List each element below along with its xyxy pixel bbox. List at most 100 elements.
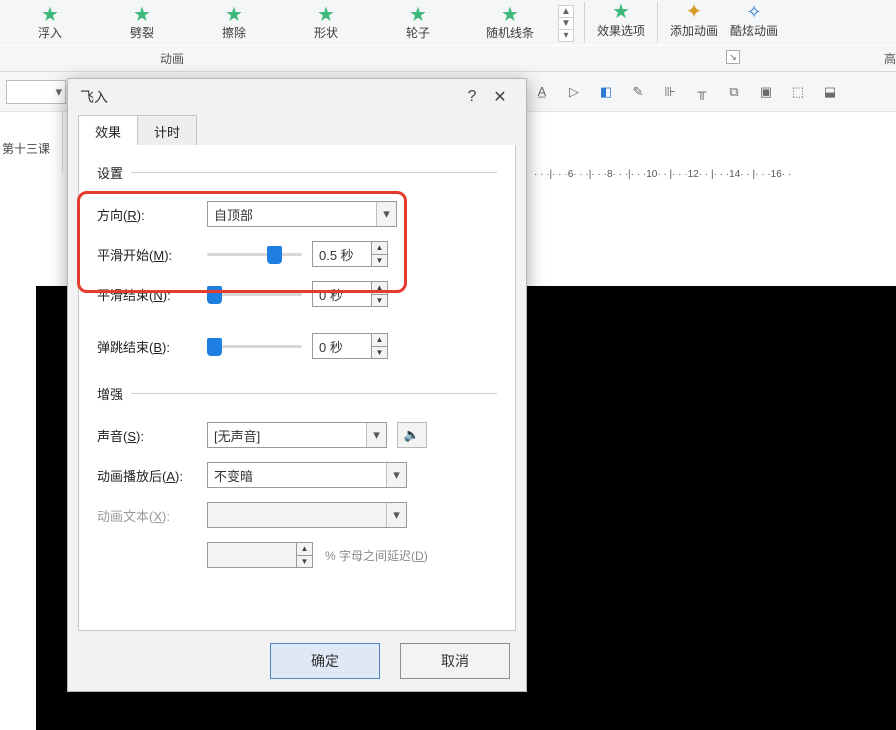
dialog-body: 设置 方向(R): 自顶部 ▾ 平滑开始(M): 0.5 秒 ▲▼ 平滑结束(N… xyxy=(78,145,516,631)
gallery-item-float-in[interactable]: ★ 浮入 xyxy=(4,6,96,41)
gallery-scroll[interactable]: ▲ ▼ ▾ xyxy=(558,5,574,42)
effect-options-button[interactable]: ★ 效果选项 xyxy=(591,0,651,45)
fly-in-dialog: 飞入 ? ✕ 效果 计时 设置 方向(R): 自顶部 ▾ 平滑开始(M): 0.… xyxy=(67,78,527,692)
dialog-launcher-icon[interactable]: ↘ xyxy=(726,50,740,64)
unnamed-combo[interactable]: ▾ xyxy=(6,80,66,104)
direction-value: 自顶部 xyxy=(214,205,253,224)
gallery-label: 劈裂 xyxy=(96,24,188,41)
bounce-end-spinner[interactable]: ▲▼ xyxy=(372,333,388,359)
section-enhance: 增强 xyxy=(97,384,497,403)
fancy-animation-label: 酷炫动画 xyxy=(724,22,784,39)
tab-timing[interactable]: 计时 xyxy=(138,115,197,148)
gallery-label: 轮子 xyxy=(372,24,464,41)
dialog-title: 飞入 xyxy=(80,87,108,107)
align-icon[interactable]: ⊪ xyxy=(657,79,683,105)
send-backward-icon[interactable]: ⬓ xyxy=(817,79,843,105)
gallery-scroll-more-icon[interactable]: ▾ xyxy=(559,30,573,41)
letter-delay-value xyxy=(207,542,297,568)
sound-select[interactable]: [无声音] ▾ xyxy=(207,422,387,448)
row-after-animation: 动画播放后(A): 不变暗 ▾ xyxy=(97,455,497,495)
cancel-button[interactable]: 取消 xyxy=(400,643,510,679)
row-smooth-end: 平滑结束(N): 0 秒 ▲▼ xyxy=(97,274,497,314)
slider-thumb-icon[interactable] xyxy=(207,338,222,356)
ok-button[interactable]: 确定 xyxy=(270,643,380,679)
separator xyxy=(584,2,585,43)
bounce-end-label: 弹跳结束(B): xyxy=(97,337,207,356)
after-animation-value: 不变暗 xyxy=(214,466,253,485)
slider-thumb-icon[interactable] xyxy=(267,246,282,264)
bounce-end-value[interactable]: 0 秒 xyxy=(312,333,372,359)
row-animate-text: 动画文本(X): ▾ xyxy=(97,495,497,535)
gallery-item-split[interactable]: ★ 劈裂 xyxy=(96,6,188,41)
row-smooth-start: 平滑开始(M): 0.5 秒 ▲▼ xyxy=(97,234,497,274)
spin-down-icon[interactable]: ▼ xyxy=(372,254,388,268)
row-direction: 方向(R): 自顶部 ▾ xyxy=(97,194,497,234)
group-label-advanced: 高 xyxy=(884,50,896,67)
star-plus-icon: ✦ xyxy=(686,3,703,21)
ribbon-group-row xyxy=(0,46,896,72)
smooth-start-spinner[interactable]: ▲▼ xyxy=(372,241,388,267)
direction-select[interactable]: 自顶部 ▾ xyxy=(207,201,397,227)
chevron-down-icon: ▾ xyxy=(366,423,386,447)
add-animation-button[interactable]: ✦ 添加动画 xyxy=(664,0,724,45)
group-icon[interactable]: ▣ xyxy=(753,79,779,105)
spin-down-icon[interactable]: ▼ xyxy=(372,346,388,360)
smooth-end-slider[interactable] xyxy=(207,284,302,304)
spin-up-icon[interactable]: ▲ xyxy=(372,333,388,346)
sparkle-icon: ✧ xyxy=(746,2,761,23)
shape-combine-icon[interactable]: ◧ xyxy=(593,79,619,105)
spin-up-icon[interactable]: ▲ xyxy=(372,241,388,254)
section-settings-label: 设置 xyxy=(97,163,123,182)
edit-shape-icon[interactable]: ✎ xyxy=(625,79,651,105)
smooth-start-value[interactable]: 0.5 秒 xyxy=(312,241,372,267)
distribute-icon[interactable]: ╥ xyxy=(689,79,715,105)
star-icon: ★ xyxy=(317,6,335,24)
direction-label: 方向(R): xyxy=(97,205,207,224)
gallery-label: 擦除 xyxy=(188,24,280,41)
gallery-item-shape[interactable]: ★ 形状 xyxy=(280,6,372,41)
gallery-item-wipe[interactable]: ★ 擦除 xyxy=(188,6,280,41)
gallery-scroll-down-icon[interactable]: ▼ xyxy=(559,18,573,30)
after-animation-label: 动画播放后(A): xyxy=(97,466,207,485)
slide-thumbnail-label[interactable]: 第十三课 xyxy=(2,140,50,157)
textbox-icon[interactable]: A̲ xyxy=(529,79,555,105)
ribbon: ★ 浮入 ★ 劈裂 ★ 擦除 ★ 形状 ★ 轮子 ★ 随机线条 ▲ ▼ ▾ xyxy=(0,0,896,45)
section-settings: 设置 xyxy=(97,163,497,182)
gallery-item-random-bars[interactable]: ★ 随机线条 xyxy=(464,6,556,41)
row-bounce-end: 弹跳结束(B): 0 秒 ▲▼ xyxy=(97,326,497,366)
gallery-scroll-up-icon[interactable]: ▲ xyxy=(559,6,573,18)
play-icon[interactable]: ▷ xyxy=(561,79,587,105)
smooth-start-label: 平滑开始(M): xyxy=(97,245,207,264)
spin-up-icon[interactable]: ▲ xyxy=(372,281,388,294)
help-button[interactable]: ? xyxy=(458,88,486,106)
close-button[interactable]: ✕ xyxy=(486,87,514,107)
chevron-down-icon: ▾ xyxy=(376,202,396,226)
group-label-animation: 动画 xyxy=(160,50,184,67)
gallery-label: 形状 xyxy=(280,24,372,41)
animate-text-select: ▾ xyxy=(207,502,407,528)
sound-value: [无声音] xyxy=(214,426,260,445)
spin-down-icon[interactable]: ▼ xyxy=(372,294,388,308)
chevron-down-icon: ▾ xyxy=(386,463,406,487)
bring-forward-icon[interactable]: ⬚ xyxy=(785,79,811,105)
effect-options-label: 效果选项 xyxy=(591,22,651,39)
slider-thumb-icon[interactable] xyxy=(207,286,222,304)
bounce-end-slider[interactable] xyxy=(207,336,302,356)
smooth-end-spinner[interactable]: ▲▼ xyxy=(372,281,388,307)
sound-preview-button[interactable]: 🔈 xyxy=(397,422,427,448)
gallery-item-wheel[interactable]: ★ 轮子 xyxy=(372,6,464,41)
sound-label: 声音(S): xyxy=(97,426,207,445)
fancy-animation-button[interactable]: ✧ 酷炫动画 xyxy=(724,0,784,45)
after-animation-select[interactable]: 不变暗 ▾ xyxy=(207,462,407,488)
star-icon: ★ xyxy=(612,3,630,21)
row-sound: 声音(S): [无声音] ▾ 🔈 xyxy=(97,415,497,455)
star-icon: ★ xyxy=(133,6,151,24)
tab-effect[interactable]: 效果 xyxy=(78,115,138,148)
arrange-icon[interactable]: ⧉ xyxy=(721,79,747,105)
smooth-start-slider[interactable] xyxy=(207,244,302,264)
star-icon: ★ xyxy=(225,6,243,24)
smooth-end-value[interactable]: 0 秒 xyxy=(312,281,372,307)
chevron-down-icon: ▾ xyxy=(386,503,406,527)
gallery-label: 随机线条 xyxy=(464,24,556,41)
dialog-titlebar: 飞入 ? ✕ xyxy=(68,79,526,115)
